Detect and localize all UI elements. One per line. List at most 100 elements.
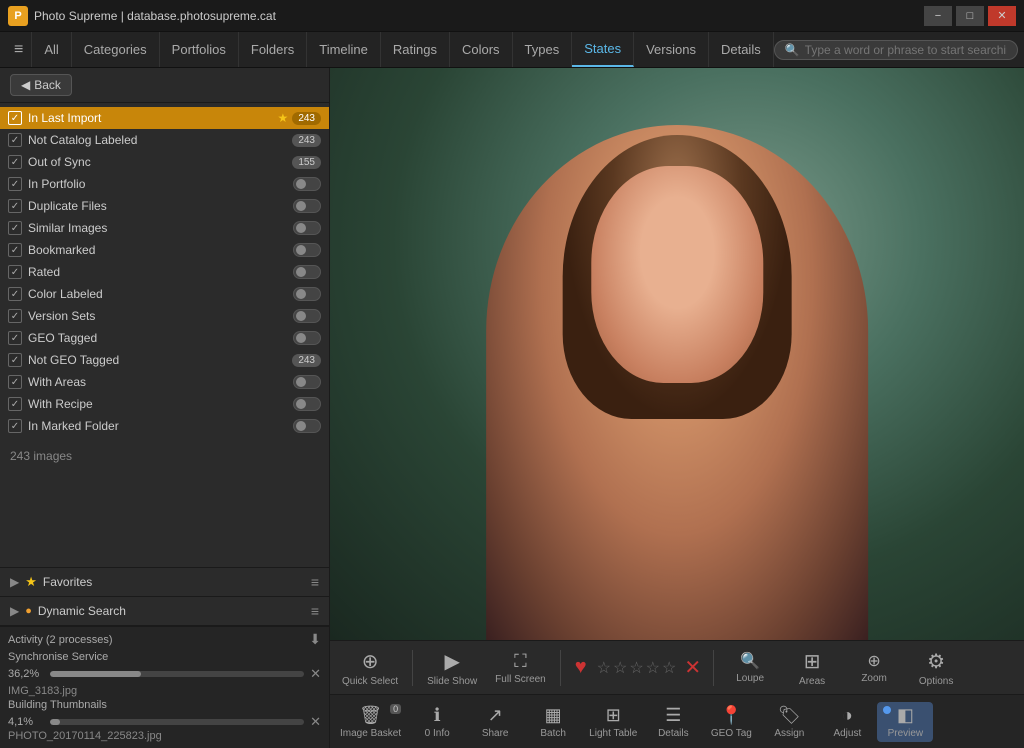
- tab-categories[interactable]: Categories: [72, 32, 160, 67]
- loupe-button[interactable]: 🔍 Loupe: [720, 648, 780, 687]
- light-table-button[interactable]: ⊞ Light Table: [583, 702, 643, 742]
- star2-icon[interactable]: ☆: [613, 658, 627, 678]
- toggle-pill[interactable]: [293, 309, 321, 323]
- image-basket-button[interactable]: 0 🗑 Image Basket: [334, 702, 407, 742]
- menu-icon[interactable]: ≡: [311, 603, 319, 619]
- maximize-button[interactable]: □: [956, 6, 984, 26]
- state-item-not-geo-tagged[interactable]: ✓ Not GEO Tagged 243: [0, 349, 329, 371]
- state-badge: 155: [292, 156, 321, 169]
- state-item-with-areas[interactable]: ✓ With Areas: [0, 371, 329, 393]
- tab-states[interactable]: States: [572, 32, 634, 67]
- state-check: ✓: [8, 221, 22, 235]
- tab-timeline[interactable]: Timeline: [307, 32, 381, 67]
- main-area: ◀ Back ✓ In Last Import ★ 243 ✓ Not Cata…: [0, 68, 1024, 748]
- favorites-section[interactable]: ▶ ★ Favorites ≡: [0, 568, 329, 597]
- state-item-version-sets[interactable]: ✓ Version Sets: [0, 305, 329, 327]
- toggle-pill[interactable]: [293, 397, 321, 411]
- quick-select-icon: ⊕: [362, 649, 379, 674]
- slide-show-button[interactable]: ▶ Slide Show: [419, 646, 485, 690]
- state-item-out-of-sync[interactable]: ✓ Out of Sync 155: [0, 151, 329, 173]
- areas-button[interactable]: ⊞ Areas: [782, 646, 842, 690]
- tab-ratings[interactable]: Ratings: [381, 32, 450, 67]
- state-item-bookmarked[interactable]: ✓ Bookmarked: [0, 239, 329, 261]
- star1-icon[interactable]: ☆: [597, 658, 611, 678]
- reject-icon[interactable]: ✕: [684, 655, 701, 680]
- info-button[interactable]: ℹ 0 Info: [409, 702, 465, 742]
- state-item-with-recipe[interactable]: ✓ With Recipe: [0, 393, 329, 415]
- assign-label: Assign: [774, 728, 804, 739]
- search-input[interactable]: [805, 43, 1007, 57]
- toggle-pill[interactable]: [293, 221, 321, 235]
- image-basket-label: Image Basket: [340, 728, 401, 739]
- details-label: Details: [658, 728, 689, 739]
- search-bar[interactable]: 🔍: [774, 40, 1018, 60]
- progress2-fill: [50, 719, 60, 725]
- batch-button[interactable]: ▦ Batch: [525, 702, 581, 742]
- assign-button[interactable]: 🏷 Assign: [761, 702, 817, 742]
- full-screen-button[interactable]: ⛶ Full Screen: [487, 648, 554, 688]
- zoom-button[interactable]: ⊕ Zoom: [844, 648, 904, 687]
- toggle-pill[interactable]: [293, 375, 321, 389]
- progress2-close-button[interactable]: ✕: [310, 714, 321, 730]
- state-item-in-portfolio[interactable]: ✓ In Portfolio: [0, 173, 329, 195]
- toggle-pill[interactable]: [293, 177, 321, 191]
- adjust-button[interactable]: ◑ Adjust: [819, 702, 875, 742]
- state-check: ✓: [8, 287, 22, 301]
- tab-all[interactable]: All: [31, 32, 71, 67]
- share-button[interactable]: ↗ Share: [467, 702, 523, 742]
- favorites-label: Favorites: [43, 575, 311, 589]
- options-icon: ⚙: [927, 649, 945, 674]
- toggle-pill[interactable]: [293, 419, 321, 433]
- state-item-similar-images[interactable]: ✓ Similar Images: [0, 217, 329, 239]
- tab-portfolios[interactable]: Portfolios: [160, 32, 239, 67]
- state-item-color-labeled[interactable]: ✓ Color Labeled: [0, 283, 329, 305]
- toggle-pill[interactable]: [293, 243, 321, 257]
- close-button[interactable]: ✕: [988, 6, 1016, 26]
- minimize-button[interactable]: −: [924, 6, 952, 26]
- geo-tag-button[interactable]: 📍 GEO Tag: [703, 702, 759, 742]
- zoom-icon: ⊕: [867, 651, 880, 671]
- basket-count: 0: [390, 704, 401, 714]
- toggle-pill[interactable]: [293, 199, 321, 213]
- app-title: Photo Supreme | database.photosupreme.ca…: [34, 9, 276, 23]
- details-button[interactable]: ☰ Details: [645, 702, 701, 742]
- state-label: Version Sets: [28, 309, 293, 323]
- areas-label: Areas: [799, 676, 825, 687]
- quick-select-button[interactable]: ⊕ Quick Select: [334, 646, 406, 690]
- star3-icon[interactable]: ☆: [629, 658, 643, 678]
- assign-icon: 🏷: [778, 705, 801, 726]
- dynamic-search-section[interactable]: ▶ ● Dynamic Search ≡: [0, 597, 329, 626]
- state-check: ✓: [8, 133, 22, 147]
- state-item-not-catalog-labeled[interactable]: ✓ Not Catalog Labeled 243: [0, 129, 329, 151]
- progress2-bar: [50, 719, 304, 725]
- menu-icon[interactable]: ≡: [311, 574, 319, 590]
- state-item-rated[interactable]: ✓ Rated: [0, 261, 329, 283]
- state-item-geo-tagged[interactable]: ✓ GEO Tagged: [0, 327, 329, 349]
- options-button[interactable]: ⚙ Options: [906, 646, 966, 690]
- zoom-label: Zoom: [861, 673, 887, 684]
- tab-details[interactable]: Details: [709, 32, 774, 67]
- preview-button[interactable]: ◧ Preview: [877, 702, 933, 742]
- toggle-pill[interactable]: [293, 265, 321, 279]
- progress1-close-button[interactable]: ✕: [310, 666, 321, 682]
- state-check: ✓: [8, 397, 22, 411]
- preview-label: Preview: [888, 728, 924, 739]
- state-item-in-last-import[interactable]: ✓ In Last Import ★ 243: [0, 107, 329, 129]
- tab-versions[interactable]: Versions: [634, 32, 709, 67]
- tab-folders[interactable]: Folders: [239, 32, 307, 67]
- progress1-bar: [50, 671, 304, 677]
- left-panel: ◀ Back ✓ In Last Import ★ 243 ✓ Not Cata…: [0, 68, 330, 748]
- tab-types[interactable]: Types: [513, 32, 573, 67]
- building-thumbnails-label: Building Thumbnails: [8, 699, 321, 711]
- toggle-pill[interactable]: [293, 287, 321, 301]
- heart-icon[interactable]: ♥: [575, 656, 587, 679]
- toggle-pill[interactable]: [293, 331, 321, 345]
- file1-label: IMG_3183.jpg: [8, 685, 321, 697]
- star4-icon[interactable]: ☆: [646, 658, 660, 678]
- state-item-in-marked-folder[interactable]: ✓ In Marked Folder: [0, 415, 329, 437]
- star5-icon[interactable]: ☆: [662, 658, 676, 678]
- state-item-duplicate-files[interactable]: ✓ Duplicate Files: [0, 195, 329, 217]
- tab-colors[interactable]: Colors: [450, 32, 513, 67]
- back-button[interactable]: ◀ Back: [10, 74, 72, 96]
- hamburger-button[interactable]: ≡: [6, 41, 31, 59]
